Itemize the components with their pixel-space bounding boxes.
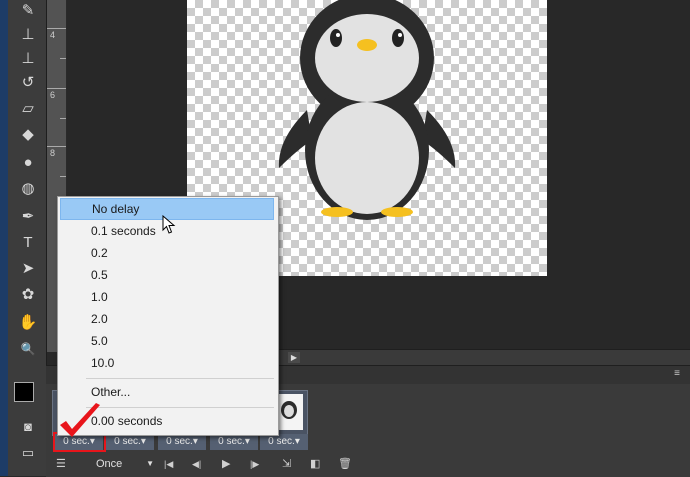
menu-item-delay[interactable]: 0.5 [60, 264, 274, 286]
stamp-icon-2[interactable]: ⊥ [14, 48, 42, 70]
ruler-tick [60, 118, 66, 119]
menu-item-delay[interactable]: 2.0 [60, 308, 274, 330]
menu-item-delay[interactable]: 10.0 [60, 352, 274, 374]
menu-separator [86, 407, 274, 408]
new-frame-icon[interactable]: ◧ [310, 456, 320, 472]
type-icon[interactable]: T [14, 232, 42, 254]
ruler-tick [47, 146, 66, 147]
shape-icon[interactable]: ✿ [14, 284, 42, 306]
convert-to-timeline-icon[interactable]: ☰ [56, 456, 66, 472]
frame-delay-dropdown[interactable]: 0 sec.▾ [106, 434, 155, 450]
red-checkmark-icon [60, 403, 100, 437]
pen-icon[interactable]: ✒ [14, 206, 42, 228]
brush-icon[interactable]: ✎ [14, 0, 42, 22]
tools-panel: ✎ ⊥ ⊥ ↺ ▱ ◆ ● ◍ ✒ T ➤ ✿ ✋ 🔍 ◙ ▭ [0, 0, 47, 476]
loop-options-select[interactable]: Once ▼ [96, 456, 154, 472]
foreground-color-swatch[interactable] [14, 382, 34, 402]
next-frame-icon[interactable]: |▶ [250, 456, 259, 472]
history-brush-icon[interactable]: ↺ [14, 72, 42, 94]
animation-controls: ☰ Once ▼ |◀ ◀| ▶ |▶ ⇲ ◧ 🗑 [46, 452, 690, 476]
play-icon[interactable]: ▶ [222, 456, 230, 472]
ruler-label: 8 [50, 148, 56, 158]
delete-frame-icon[interactable]: 🗑 [338, 456, 352, 472]
hand-icon[interactable]: ✋ [14, 312, 42, 334]
frame-delay-dropdown[interactable]: 0 sec.▾ [158, 434, 207, 450]
ruler-tick [60, 58, 66, 59]
tween-icon[interactable]: ⇲ [282, 456, 291, 472]
zoom-icon[interactable]: 🔍 [14, 338, 42, 360]
chevron-down-icon: ▼ [146, 459, 154, 468]
stamp-icon[interactable]: ⊥ [14, 24, 42, 46]
ruler-tick [47, 88, 66, 89]
menu-item-other[interactable]: Other... [60, 381, 274, 403]
path-select-icon[interactable]: ➤ [14, 258, 42, 280]
frame-delay-dropdown[interactable]: 0 sec.▾ [210, 434, 259, 450]
menu-item-delay[interactable]: 5.0 [60, 330, 274, 352]
scroll-right-arrow-icon[interactable]: ▶ [288, 352, 300, 363]
quick-mask-icon[interactable]: ◙ [14, 416, 42, 438]
eraser-icon[interactable]: ▱ [14, 98, 42, 120]
mouse-cursor-icon [162, 215, 176, 234]
menu-item-delay[interactable]: 0.2 [60, 242, 274, 264]
ruler-tick [47, 28, 66, 29]
screen-mode-icon[interactable]: ▭ [14, 442, 42, 464]
dodge-icon[interactable]: ◍ [14, 178, 42, 200]
ruler-label: 4 [50, 30, 56, 40]
first-frame-icon[interactable]: |◀ [164, 456, 173, 472]
previous-frame-icon[interactable]: ◀| [192, 456, 201, 472]
blur-icon[interactable]: ● [14, 152, 42, 174]
panel-menu-icon[interactable]: ≡ [674, 368, 680, 379]
menu-item-delay[interactable]: 1.0 [60, 286, 274, 308]
ruler-label: 6 [50, 90, 56, 100]
ruler-tick [60, 176, 66, 177]
loop-value: Once [96, 458, 123, 470]
menu-separator [86, 378, 274, 379]
frame-delay-dropdown[interactable]: 0 sec.▾ [260, 434, 309, 450]
desktop-edge [0, 0, 8, 476]
bucket-icon[interactable]: ◆ [14, 124, 42, 146]
